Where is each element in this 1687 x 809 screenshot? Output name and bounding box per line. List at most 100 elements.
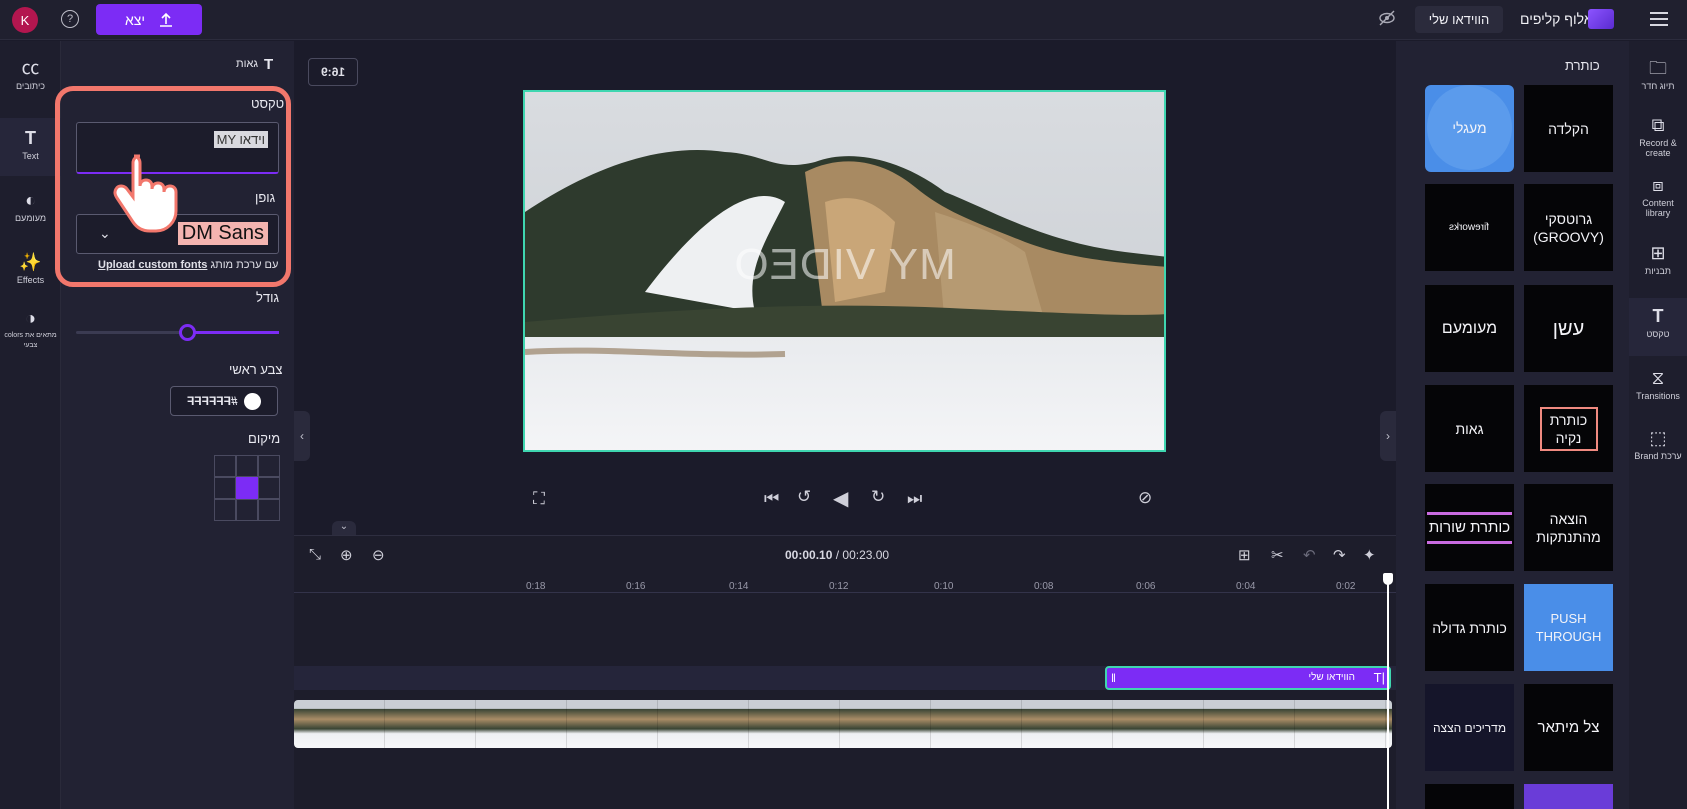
video-title-overlay[interactable]: MY VIDEO <box>523 240 1166 290</box>
preset-tile[interactable] <box>1425 784 1514 809</box>
filmstrip-frame <box>840 700 931 748</box>
rewind-5-icon[interactable]: ↺ <box>797 487 811 507</box>
project-title[interactable]: הווידאו שלי <box>1415 6 1503 33</box>
position-cell[interactable] <box>258 499 280 521</box>
preset-tile[interactable]: עשן <box>1524 285 1613 372</box>
effects-wand-icon: ✨ <box>19 252 42 272</box>
filmstrip-frame <box>567 700 658 748</box>
video-track-clip[interactable] <box>294 700 1392 748</box>
undo-icon[interactable]: ↶ <box>1303 546 1316 564</box>
zoom-out-icon[interactable]: ⊖ <box>372 546 385 564</box>
position-cell[interactable] <box>236 499 258 521</box>
position-cell[interactable] <box>214 477 236 499</box>
skip-forward-icon[interactable]: ⏭ <box>907 489 922 509</box>
rail-item-templates[interactable]: ⊞ תבניות <box>1629 243 1687 276</box>
rail-item-fade[interactable]: ◐ מעומעם <box>0 190 61 223</box>
filmstrip-frame <box>749 700 840 748</box>
aspect-ratio-button[interactable]: 16:9 <box>308 58 358 86</box>
skip-back-icon[interactable]: ⏮ <box>764 489 779 509</box>
rail-item-folder[interactable]: 🗀 תיוג חדר <box>1629 58 1687 91</box>
folder-icon: 🗀 <box>1649 58 1667 78</box>
redo-icon[interactable]: ↷ <box>1333 546 1346 564</box>
eye-off-icon[interactable] <box>1378 10 1396 31</box>
rail-item-transitions[interactable]: ⧖ Transitions <box>1629 368 1687 401</box>
position-cell[interactable] <box>214 455 236 477</box>
preset-tile[interactable]: fireworks <box>1425 184 1514 271</box>
collapse-timeline-button[interactable]: ⌄ <box>332 521 356 535</box>
preset-tile[interactable]: מעומעם <box>1425 285 1514 372</box>
hamburger-menu-icon[interactable] <box>1650 12 1668 26</box>
text-clip-label: הווידאו שלי <box>1308 672 1355 683</box>
preset-tile[interactable]: הקלדה <box>1524 85 1613 172</box>
brand-name: אלוף קליפים <box>1520 11 1593 27</box>
collapse-left-panel-button[interactable]: ‹ <box>294 411 310 461</box>
preset-tile[interactable]: מעגלי <box>1425 85 1514 172</box>
help-icon[interactable]: ? <box>61 10 79 28</box>
color-swatch <box>244 393 261 410</box>
filmstrip-frame <box>1204 700 1295 748</box>
rail-item-brand-kit[interactable]: ⬚ Brand ערכת <box>1629 428 1687 461</box>
rail-item-effects[interactable]: ✨ Effects <box>0 252 61 285</box>
text-clip-icon: T| <box>1373 670 1385 685</box>
preset-tile[interactable]: הוצאה מהתנתקות <box>1524 484 1613 571</box>
clip-handle-icon[interactable]: ‖ <box>1111 671 1116 685</box>
primary-color-picker[interactable]: #FFFFFF <box>170 386 278 416</box>
rail-item-captions[interactable]: ㏄ כיתובים <box>0 58 61 91</box>
zoom-in-icon[interactable]: ⊕ <box>340 546 353 564</box>
magic-sparkle-icon[interactable]: ✦ <box>1363 546 1376 564</box>
preset-tile[interactable]: כותרת גדולה <box>1425 584 1514 671</box>
position-cell-selected[interactable] <box>236 477 258 499</box>
position-cell[interactable] <box>236 455 258 477</box>
filmstrip-frame <box>1022 700 1113 748</box>
preset-tile[interactable]: כותרת שורות <box>1425 484 1514 571</box>
filmstrip-frame <box>1113 700 1204 748</box>
color-hex-value: #FFFFFF <box>187 394 238 408</box>
total-time: 00:23.00 <box>842 548 890 562</box>
text-icon: T <box>1652 306 1664 326</box>
clapperboard-logo-icon <box>1588 9 1614 29</box>
filmstrip-frame <box>476 700 567 748</box>
fullscreen-icon[interactable]: ⛶ <box>533 489 545 509</box>
captions-icon: ㏄ <box>21 58 40 78</box>
split-scissors-icon[interactable]: ✂ <box>1271 546 1284 564</box>
preset-tile[interactable] <box>1524 784 1613 809</box>
preset-tile[interactable]: גרוטסקי (GROOVY) <box>1524 184 1613 271</box>
position-cell[interactable] <box>258 455 280 477</box>
rail-item-text[interactable]: T טקסט <box>1629 298 1687 356</box>
filmstrip-frame <box>294 700 385 748</box>
export-button[interactable]: יצא <box>96 4 202 35</box>
play-icon[interactable]: ◀ <box>833 486 848 511</box>
preset-tile[interactable]: צל מיתאר <box>1524 684 1613 771</box>
timecode: 00:00.10 / 00:23.00 <box>785 548 890 562</box>
size-slider-thumb[interactable] <box>179 324 196 341</box>
filmstrip-frame <box>658 700 749 748</box>
rail-item-content-library[interactable]: ⧈ Content library <box>1629 175 1687 218</box>
position-cell[interactable] <box>258 477 280 499</box>
filmstrip-frame <box>931 700 1022 748</box>
preset-tile[interactable]: PUSH THROUGH <box>1524 584 1613 671</box>
preset-tile[interactable]: גאות <box>1425 385 1514 472</box>
rail-item-colors[interactable]: ◑ colors מתאים את צבעי <box>0 308 61 351</box>
rail-item-record[interactable]: ⧉ Record & create <box>1629 115 1687 158</box>
preset-tile[interactable]: מדריכים הצצה <box>1425 684 1514 771</box>
upload-icon <box>160 12 173 27</box>
position-cell[interactable] <box>214 499 236 521</box>
tick-label: 0:16 <box>626 581 646 592</box>
preset-name: גאות <box>236 58 259 70</box>
current-time: 00:00.10 <box>785 548 833 562</box>
playhead[interactable] <box>1387 575 1389 809</box>
playhead-handle[interactable] <box>1383 573 1393 585</box>
hide-preview-icon[interactable]: ⊘ <box>1138 488 1152 508</box>
rail-item-text[interactable]: T Text <box>0 118 61 176</box>
text-clip[interactable]: ‖ הווידאו שלי T| <box>1105 666 1391 690</box>
fit-timeline-icon[interactable]: ⤡ <box>309 546 321 563</box>
forward-5-icon[interactable]: ↻ <box>871 487 885 507</box>
panel-title: כותרת <box>1565 58 1600 73</box>
user-avatar[interactable]: K <box>12 7 38 33</box>
collapse-right-panel-button[interactable]: › <box>1380 411 1396 461</box>
preset-tile[interactable]: כותרת נקיה <box>1524 385 1613 472</box>
add-media-icon[interactable]: ⊞ <box>1238 546 1251 564</box>
tick-label: 0:08 <box>1034 581 1054 592</box>
size-section-label: גודל <box>256 290 279 305</box>
position-grid <box>214 455 280 521</box>
